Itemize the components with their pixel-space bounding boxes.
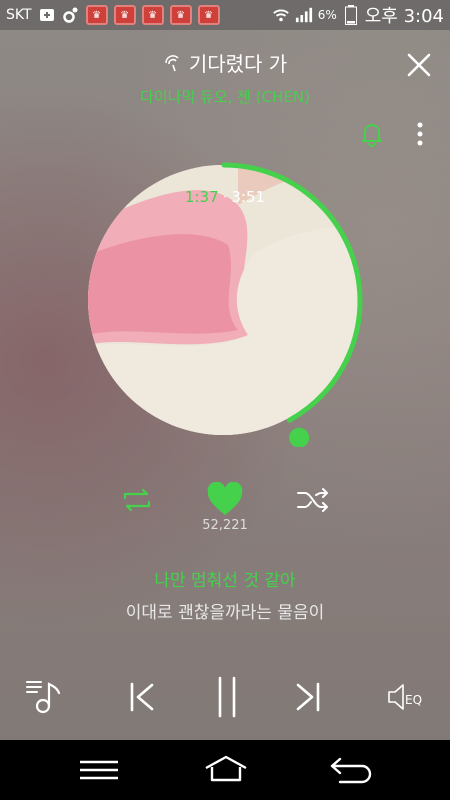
- status-bar: SKT ♛ ♛ ♛ ♛ ♛ 6% 오후 3:04: [0, 0, 450, 30]
- playlist-icon: [26, 681, 61, 714]
- home-icon: [205, 755, 247, 782]
- repeat-icon: [123, 488, 151, 512]
- hamburger-icon: [80, 760, 118, 780]
- app-notification-icon: ♛: [85, 5, 108, 25]
- lyric-next-line[interactable]: 이대로 괜찮을까라는 물음이: [0, 598, 450, 623]
- app-notification-icon: ♛: [169, 5, 192, 25]
- clock: 오후 3:04: [364, 6, 444, 27]
- lyric-current-line[interactable]: 나만 멈춰선 것 같아: [0, 566, 450, 591]
- pause-button[interactable]: [212, 676, 242, 718]
- wifi-icon: [272, 6, 290, 24]
- system-nav-bar: [0, 740, 450, 800]
- shuffle-icon: [297, 488, 328, 512]
- song-title: 기다렸다 가: [188, 52, 288, 76]
- playlist-button[interactable]: [24, 676, 64, 716]
- playback-time: 1:37 · 3:51: [0, 188, 450, 206]
- home-button[interactable]: [202, 754, 250, 784]
- time-separator: ·: [222, 188, 228, 206]
- battery-icon: [342, 5, 360, 25]
- menu-button[interactable]: [78, 758, 120, 782]
- heart-icon: [207, 482, 243, 515]
- speaker-eq-icon: EQ: [388, 684, 422, 710]
- usb-icon: [38, 6, 56, 24]
- alarm-button[interactable]: [358, 120, 386, 148]
- back-button[interactable]: [328, 754, 376, 784]
- signal-icon: [295, 6, 313, 24]
- song-title-row: 기다렸다 가: [0, 48, 450, 77]
- eq-label: EQ: [405, 693, 422, 707]
- like-button[interactable]: [206, 482, 244, 518]
- close-icon: [407, 53, 431, 77]
- back-icon: [330, 757, 372, 784]
- previous-button[interactable]: [126, 680, 158, 714]
- repeat-button[interactable]: [120, 485, 154, 515]
- next-icon: [296, 682, 320, 712]
- pause-icon: [218, 676, 236, 718]
- equalizer-button[interactable]: EQ: [385, 680, 431, 714]
- elapsed-time: 1:37: [184, 188, 219, 206]
- music-note-status-icon: [62, 6, 80, 24]
- like-count: 52,221: [202, 518, 248, 533]
- total-time: 3:51: [231, 188, 266, 206]
- app-notification-icon: ♛: [197, 5, 220, 25]
- bell-icon: [362, 124, 382, 147]
- next-button[interactable]: [292, 680, 324, 714]
- close-button[interactable]: [402, 48, 436, 82]
- app-notification-icon: ♛: [141, 5, 164, 25]
- battery-percent: 6%: [317, 8, 337, 22]
- more-options-button[interactable]: [410, 120, 430, 148]
- artist-name[interactable]: 다이나믹 듀오, 첸 (CHEN): [0, 86, 450, 107]
- progress-knob: [289, 427, 310, 447]
- carrier-label: SKT: [6, 7, 32, 23]
- hi-fi-icon: [163, 53, 183, 73]
- app-notification-icon: ♛: [113, 5, 136, 25]
- shuffle-button[interactable]: [296, 485, 330, 515]
- more-vertical-icon: [417, 122, 423, 146]
- previous-icon: [130, 682, 154, 712]
